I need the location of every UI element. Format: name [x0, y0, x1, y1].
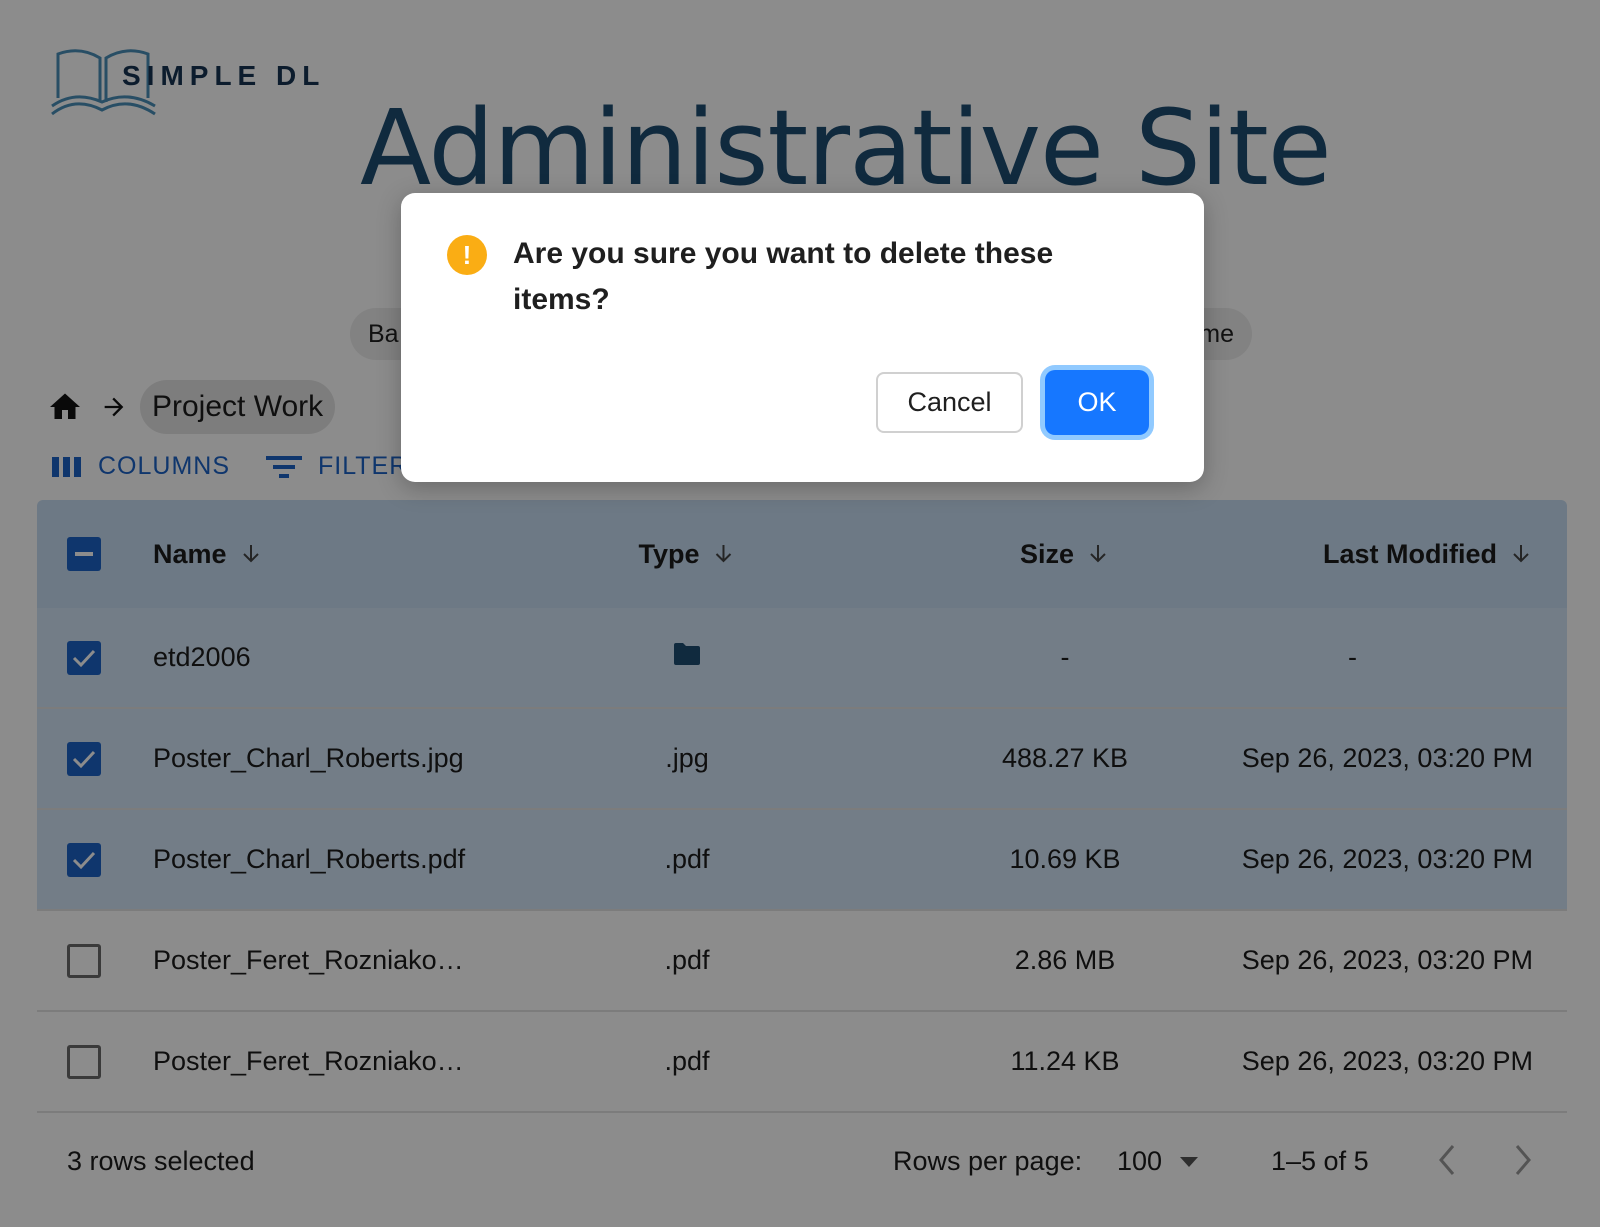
- dialog-message: Are you sure you want to delete these it…: [513, 237, 1054, 316]
- confirm-delete-dialog: ! Are you sure you want to delete these …: [401, 193, 1204, 482]
- modal-backdrop[interactable]: [0, 0, 1600, 1227]
- ok-button[interactable]: OK: [1045, 370, 1149, 435]
- cancel-button[interactable]: Cancel: [876, 372, 1023, 433]
- warning-icon: !: [447, 235, 487, 275]
